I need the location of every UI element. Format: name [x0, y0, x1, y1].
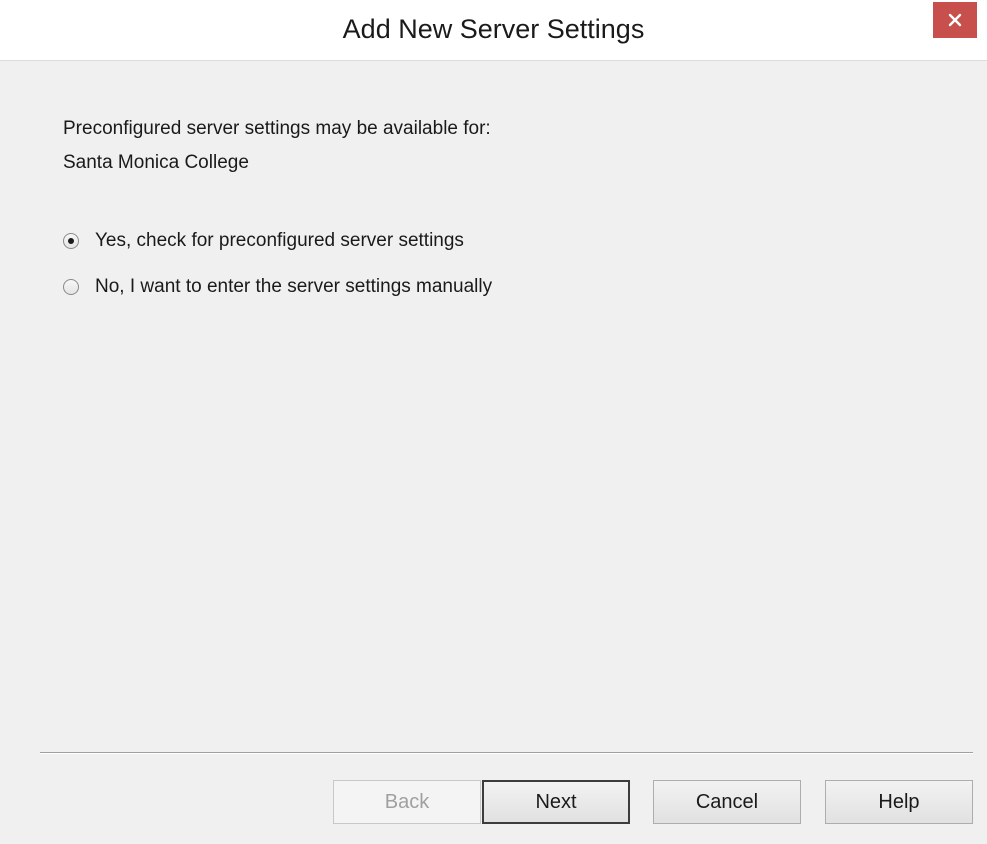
option-label: No, I want to enter the server settings …: [95, 276, 493, 297]
footer-separator: [40, 752, 973, 754]
radio-enter-manually[interactable]: [63, 279, 79, 295]
back-button[interactable]: Back: [333, 780, 481, 824]
add-new-server-settings-dialog: Add New Server Settings Preconfigured se…: [0, 0, 987, 844]
option-label: Yes, check for preconfigured server sett…: [95, 230, 464, 251]
next-button[interactable]: Next: [482, 780, 630, 824]
intro-text: Preconfigured server settings may be ava…: [63, 118, 491, 139]
title-bar[interactable]: Add New Server Settings: [0, 0, 987, 61]
dialog-title: Add New Server Settings: [342, 14, 645, 44]
option-enter-manually[interactable]: No, I want to enter the server settings …: [63, 264, 492, 310]
close-button[interactable]: [933, 2, 977, 38]
cancel-button[interactable]: Cancel: [653, 780, 801, 824]
organization-name: Santa Monica College: [63, 152, 249, 173]
close-icon: [948, 13, 962, 27]
info-text: Preconfigured server settings may be ava…: [63, 112, 491, 180]
settings-choice-group: Yes, check for preconfigured server sett…: [63, 218, 492, 310]
help-button[interactable]: Help: [825, 780, 973, 824]
radio-check-preconfigured[interactable]: [63, 233, 79, 249]
option-check-preconfigured[interactable]: Yes, check for preconfigured server sett…: [63, 218, 492, 264]
